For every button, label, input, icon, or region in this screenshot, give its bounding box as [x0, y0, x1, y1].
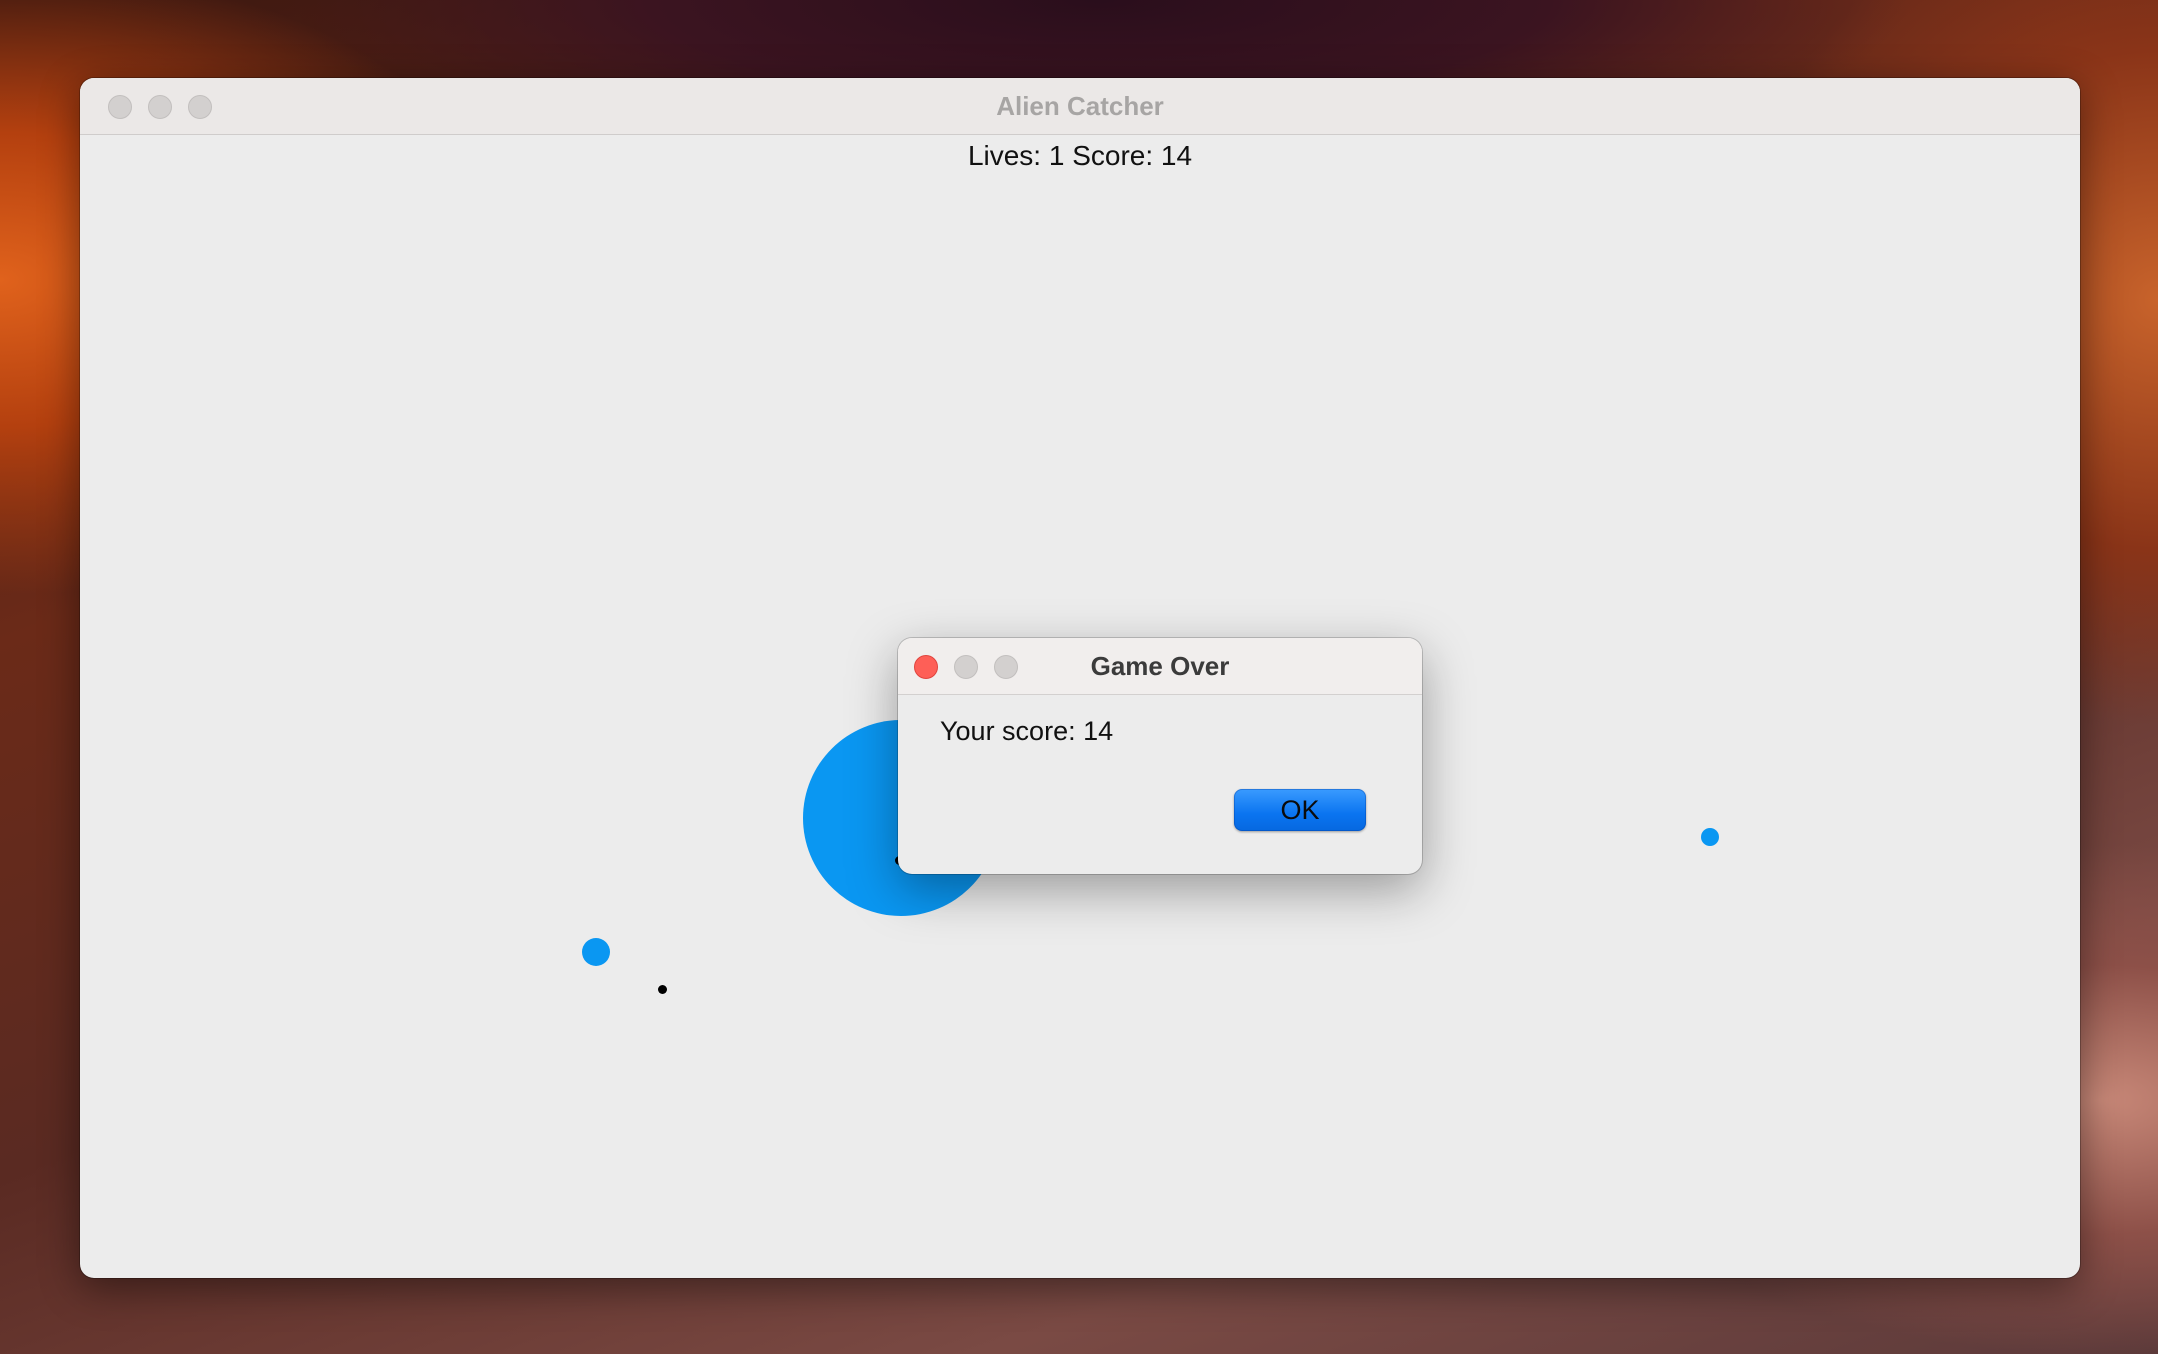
window-title: Alien Catcher: [996, 91, 1164, 121]
projectile-dot: [658, 985, 667, 994]
game-over-dialog: Game Over Your score: 14 OK: [898, 638, 1422, 874]
dialog-title: Game Over: [1090, 651, 1230, 681]
alien-small[interactable]: [582, 938, 610, 966]
game-window: Alien Catcher Lives: 1 Score: 14 Game Ov…: [80, 78, 2080, 1278]
dialog-titlebar[interactable]: Game Over: [898, 638, 1422, 695]
score-message: Your score: 14: [940, 716, 1114, 746]
ok-button[interactable]: OK: [1234, 789, 1366, 831]
alien-tiny[interactable]: [1701, 828, 1719, 846]
window-titlebar[interactable]: Alien Catcher: [80, 78, 2080, 135]
